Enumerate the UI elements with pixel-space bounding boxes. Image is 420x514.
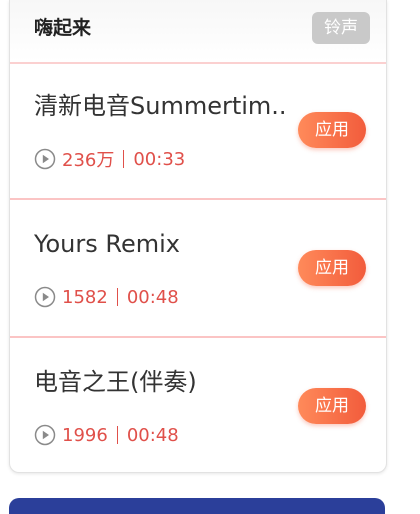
screen: 嗨起来 铃声 清新电音Summertim.. 236万 00:33 应用 You… — [0, 0, 420, 514]
meta-divider — [116, 288, 118, 306]
song-meta: 1996 00:48 — [34, 422, 179, 448]
ringtone-tag: 铃声 — [312, 12, 370, 44]
song-meta: 1582 00:48 — [34, 284, 179, 310]
song-duration: 00:48 — [126, 424, 179, 446]
song-title: 清新电音Summertim.. — [34, 92, 287, 120]
play-circle-icon[interactable] — [34, 286, 56, 308]
song-row[interactable]: Yours Remix 1582 00:48 应用 — [10, 200, 386, 338]
apply-button[interactable]: 应用 — [298, 250, 366, 286]
song-title: Yours Remix — [34, 230, 180, 258]
card-header: 嗨起来 铃声 — [10, 0, 386, 64]
play-count: 1582 — [62, 286, 108, 308]
song-title: 电音之王(伴奏) — [34, 368, 197, 396]
category-title: 嗨起来 — [34, 17, 92, 39]
song-duration: 00:33 — [133, 148, 186, 170]
ringtone-category-card: 嗨起来 铃声 清新电音Summertim.. 236万 00:33 应用 You… — [9, 0, 387, 473]
song-row[interactable]: 电音之王(伴奏) 1996 00:48 应用 — [10, 338, 386, 472]
bottom-action-bar[interactable] — [9, 498, 385, 514]
play-count: 1996 — [62, 424, 108, 446]
song-row[interactable]: 清新电音Summertim.. 236万 00:33 应用 — [10, 62, 386, 200]
play-circle-icon[interactable] — [34, 424, 56, 446]
apply-button[interactable]: 应用 — [298, 112, 366, 148]
song-duration: 00:48 — [126, 286, 179, 308]
play-count: 236万 — [62, 150, 115, 171]
meta-divider — [123, 150, 125, 168]
play-circle-icon[interactable] — [34, 148, 56, 170]
meta-divider — [116, 426, 118, 444]
apply-button[interactable]: 应用 — [298, 388, 366, 424]
song-meta: 236万 00:33 — [34, 146, 185, 172]
